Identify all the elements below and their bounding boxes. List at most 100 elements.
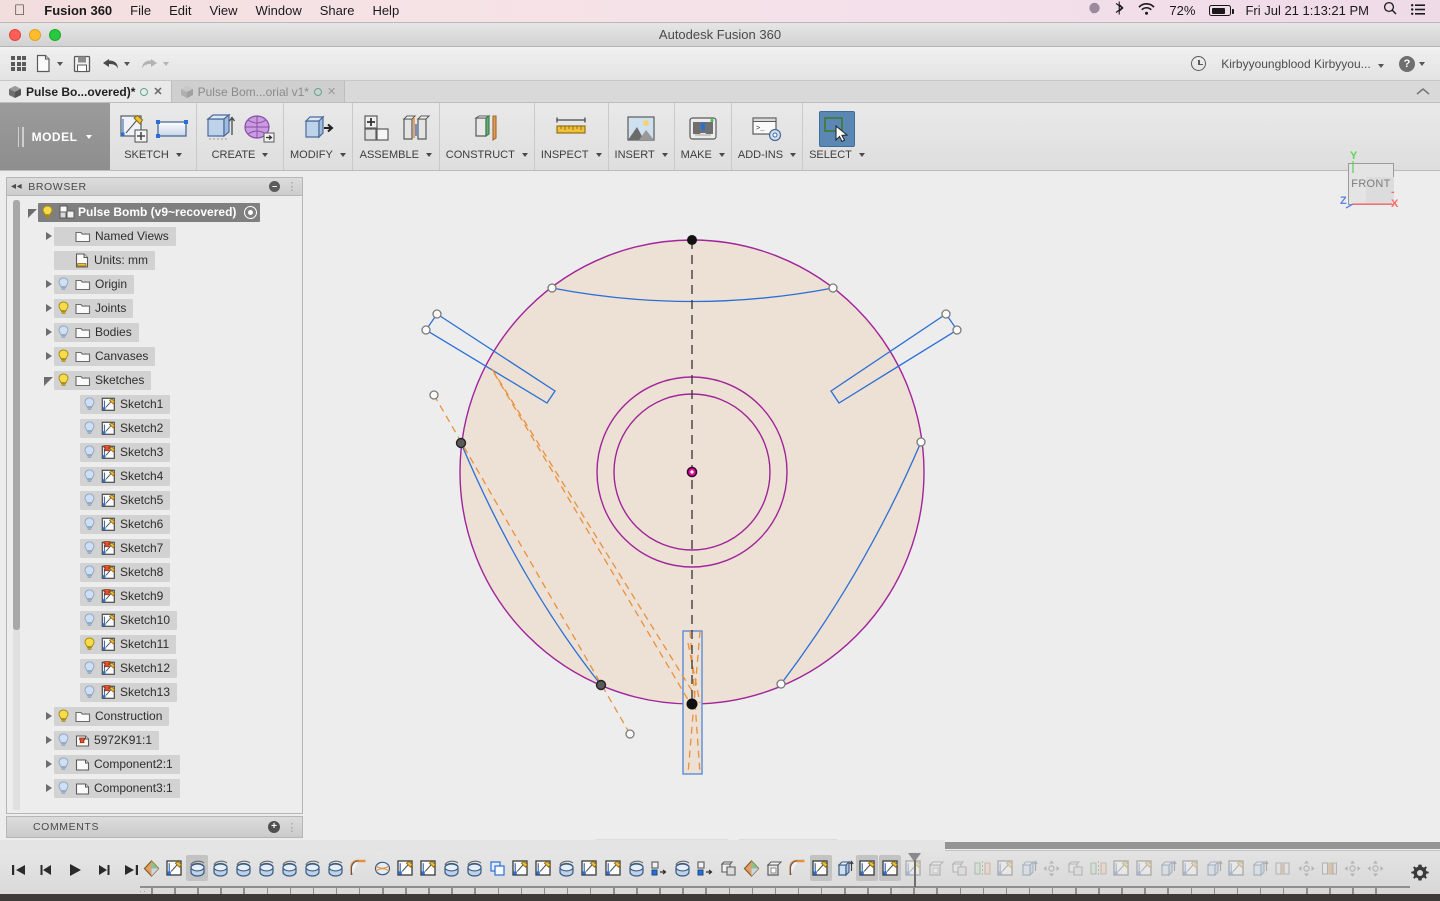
new-component-icon[interactable] xyxy=(359,111,395,147)
timeline-feature[interactable] xyxy=(856,855,879,881)
ribbon-group-label[interactable]: CREATE xyxy=(212,149,269,161)
visibility-bulb-icon[interactable] xyxy=(57,301,70,315)
expand-arrow-icon[interactable] xyxy=(43,231,54,242)
timeline-feature[interactable] xyxy=(1272,855,1294,881)
expand-arrow-icon[interactable] xyxy=(69,399,80,410)
visibility-bulb-icon[interactable] xyxy=(57,325,70,339)
data-panel-grid-icon[interactable] xyxy=(6,51,31,77)
browser-tree-item[interactable]: Sketch5 xyxy=(7,488,302,512)
browser-tree-item[interactable]: Origin xyxy=(7,272,302,296)
sketch-point[interactable] xyxy=(432,309,442,319)
measure-ruler-icon[interactable] xyxy=(553,111,589,147)
timeline-feature[interactable] xyxy=(209,855,231,881)
expand-arrow-icon[interactable] xyxy=(69,471,80,482)
workspace-selector[interactable]: MODEL xyxy=(0,103,110,170)
timeline-feature[interactable] xyxy=(1064,855,1086,881)
visibility-bulb-icon[interactable] xyxy=(83,397,96,411)
ribbon-group-label[interactable]: INSERT xyxy=(615,149,668,161)
timeline-feature[interactable] xyxy=(1110,855,1132,881)
browser-tree-item[interactable]: Sketch6 xyxy=(7,512,302,536)
sketch-point[interactable] xyxy=(776,679,786,689)
bluetooth-icon[interactable] xyxy=(1108,0,1131,22)
browser-tree-item[interactable]: Units: mm xyxy=(7,248,302,272)
timeline-feature[interactable] xyxy=(440,855,462,881)
menu-window[interactable]: Window xyxy=(246,0,310,22)
spotlight-search-icon[interactable] xyxy=(1376,0,1404,22)
timeline-settings-gear-icon[interactable] xyxy=(1410,863,1430,886)
expand-arrow-icon[interactable] xyxy=(69,543,80,554)
expand-arrow-icon[interactable] xyxy=(69,447,80,458)
timeline-feature[interactable] xyxy=(1295,855,1317,881)
rectangle-icon[interactable] xyxy=(154,111,190,147)
timeline-feature[interactable] xyxy=(1341,855,1363,881)
sync-circle-icon[interactable] xyxy=(313,87,322,96)
visibility-bulb-icon[interactable] xyxy=(41,205,54,219)
visibility-bulb-icon[interactable] xyxy=(57,781,70,795)
battery-icon[interactable] xyxy=(1202,0,1238,22)
step-back-icon[interactable] xyxy=(36,859,58,881)
timeline-feature[interactable] xyxy=(256,855,278,881)
ribbon-group-label[interactable]: CONSTRUCT xyxy=(446,149,528,161)
timeline-feature[interactable] xyxy=(1133,855,1155,881)
timeline-feature[interactable] xyxy=(995,855,1017,881)
visibility-bulb-icon[interactable] xyxy=(57,733,70,747)
doc-tab-inactive[interactable]: Pulse Bom...orial v1* ✕ xyxy=(171,81,346,102)
expand-arrow-icon[interactable] xyxy=(69,567,80,578)
job-status-clock-icon[interactable] xyxy=(1186,51,1211,77)
browser-tree-item[interactable]: Sketch2 xyxy=(7,416,302,440)
timeline-feature[interactable] xyxy=(718,855,740,881)
expand-arrow-icon[interactable] xyxy=(69,423,80,434)
save-icon[interactable] xyxy=(68,51,96,77)
browser-tree-item[interactable]: Bodies xyxy=(7,320,302,344)
visibility-bulb-icon[interactable] xyxy=(57,709,70,723)
browser-tree-item[interactable]: Construction xyxy=(7,704,302,728)
browser-tree-item[interactable]: Sketch4 xyxy=(7,464,302,488)
expand-arrow-icon[interactable] xyxy=(43,711,54,722)
expand-arrow-icon[interactable] xyxy=(43,759,54,770)
visibility-bulb-icon[interactable] xyxy=(57,757,70,771)
browser-tree-item[interactable]: Component3:1 xyxy=(7,776,302,800)
clock-datetime[interactable]: Fri Jul 21 1:13:21 PM xyxy=(1238,0,1376,22)
joint-icon[interactable] xyxy=(397,111,433,147)
visibility-bulb-icon[interactable] xyxy=(83,565,96,579)
visibility-bulb-icon[interactable] xyxy=(57,277,70,291)
visibility-bulb-icon[interactable] xyxy=(83,445,96,459)
undo-icon[interactable] xyxy=(96,51,135,77)
timeline-feature[interactable] xyxy=(1087,855,1109,881)
sketch-point-semi[interactable] xyxy=(595,679,607,691)
timeline-scrollbar-row[interactable] xyxy=(0,840,1440,851)
timeline-scrollbar-thumb[interactable] xyxy=(945,842,1440,849)
siri-icon[interactable] xyxy=(1081,0,1108,22)
timeline-feature[interactable] xyxy=(1364,855,1386,881)
visibility-bulb-icon[interactable] xyxy=(83,637,96,651)
timeline-feature[interactable] xyxy=(1249,855,1271,881)
timeline-feature[interactable] xyxy=(879,855,902,881)
visibility-bulb-icon[interactable] xyxy=(57,373,70,387)
timeline-feature[interactable] xyxy=(1203,855,1225,881)
timeline-feature[interactable] xyxy=(533,855,555,881)
expand-arrow-icon[interactable] xyxy=(43,735,54,746)
sketch-point[interactable] xyxy=(916,437,926,447)
browser-tree-item[interactable]: Sketches xyxy=(7,368,302,392)
timeline-feature[interactable] xyxy=(556,855,578,881)
timeline-feature[interactable] xyxy=(625,855,647,881)
expand-arrow-icon[interactable] xyxy=(69,687,80,698)
timeline-feature[interactable] xyxy=(949,855,971,881)
offset-plane-icon[interactable] xyxy=(469,111,505,147)
select-window-cursor-icon[interactable] xyxy=(818,111,855,147)
timeline-feature[interactable] xyxy=(417,855,439,881)
timeline-feature[interactable] xyxy=(579,855,601,881)
file-menu-icon[interactable] xyxy=(31,51,68,77)
timeline-feature[interactable] xyxy=(487,855,509,881)
add-comment-icon[interactable]: + xyxy=(268,821,281,833)
account-menu[interactable]: Kirbyyoungblood Kirbyyou... xyxy=(1221,57,1384,71)
ribbon-group-label[interactable]: ASSEMBLE xyxy=(360,149,432,161)
timeline-feature[interactable] xyxy=(325,855,347,881)
sync-circle-icon[interactable] xyxy=(140,87,149,96)
panel-grip-icon[interactable]: ⋮ xyxy=(286,821,298,834)
ribbon-group-label[interactable]: MAKE xyxy=(681,149,725,161)
timeline-feature[interactable] xyxy=(1041,855,1063,881)
timeline-feature[interactable] xyxy=(764,855,786,881)
menu-help[interactable]: Help xyxy=(363,0,408,22)
timeline-feature[interactable] xyxy=(232,855,254,881)
